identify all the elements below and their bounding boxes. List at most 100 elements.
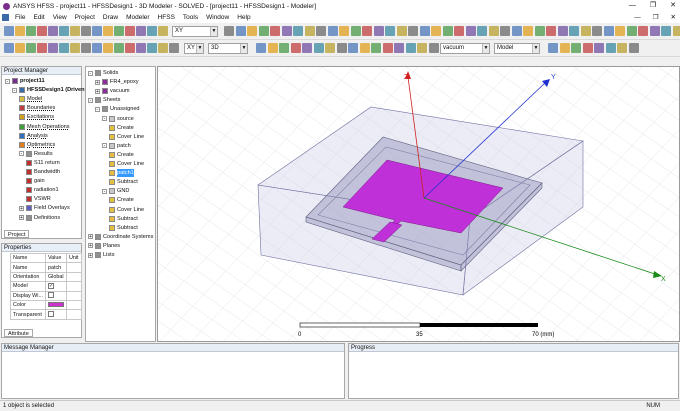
toolbar-icon[interactable] [4, 43, 14, 53]
close-icon[interactable]: ✕ [670, 0, 676, 12]
toolbar-icon[interactable] [339, 26, 349, 36]
model-tree-item[interactable]: Cover Line [109, 206, 144, 214]
toolbar-icon[interactable] [348, 43, 358, 53]
toolbar-icon[interactable] [26, 26, 36, 36]
dimension-select[interactable]: 3D ▼ [208, 43, 248, 54]
toolbar-icon[interactable] [136, 26, 146, 36]
toolbar-icon[interactable] [417, 43, 427, 53]
menu-modeler[interactable]: Modeler [122, 12, 153, 23]
toolbar-icon[interactable] [583, 43, 593, 53]
toolbar-icon[interactable] [627, 26, 637, 36]
collapse-icon[interactable]: - [88, 97, 93, 103]
model-tree-item[interactable]: - Solids [88, 69, 118, 77]
mdi-restore-icon[interactable]: ❐ [653, 12, 659, 23]
toolbar-icon[interactable] [4, 26, 14, 36]
toolbar-icon[interactable] [26, 43, 36, 53]
toolbar-icon[interactable] [114, 26, 124, 36]
toolbar-icon[interactable] [548, 43, 558, 53]
toolbar-icon[interactable] [360, 43, 370, 53]
toolbar-icon[interactable] [394, 43, 404, 53]
toolbar-icon[interactable] [15, 43, 25, 53]
project-tree-item[interactable]: Excitations [19, 113, 54, 121]
menu-tools[interactable]: Tools [179, 12, 202, 23]
toolbar-icon[interactable] [136, 43, 146, 53]
toolbar-icon[interactable] [103, 26, 113, 36]
collapse-icon[interactable]: - [102, 143, 107, 149]
toolbar-icon[interactable] [293, 26, 303, 36]
model-checkbox[interactable]: ✓ [47, 283, 54, 290]
toolbar-icon[interactable] [236, 26, 246, 36]
toolbar-icon[interactable] [594, 43, 604, 53]
model-tree-item[interactable]: - Unassigned [95, 105, 140, 113]
toolbar-icon[interactable] [408, 26, 418, 36]
toolbar-icon[interactable] [581, 26, 591, 36]
menu-file[interactable]: File [11, 12, 29, 23]
toolbar-icon[interactable] [615, 26, 625, 36]
toolbar-icon[interactable] [443, 26, 453, 36]
toolbar-icon[interactable] [617, 43, 627, 53]
toolbar-icon[interactable] [328, 26, 338, 36]
project-tree-item[interactable]: Analysis [19, 132, 48, 140]
mdi-close-icon[interactable]: ✕ [671, 12, 676, 23]
toolbar-icon[interactable] [103, 43, 113, 53]
project-tree-item[interactable]: + Field Overlays [19, 204, 70, 212]
tab-attribute[interactable]: Attribute [4, 329, 33, 337]
toolbar-icon[interactable] [406, 43, 416, 53]
menu-edit[interactable]: Edit [29, 12, 48, 23]
toolbar-icon[interactable] [70, 26, 80, 36]
toolbar-icon[interactable] [37, 43, 47, 53]
project-tree-item[interactable]: Optimetrics [19, 141, 55, 149]
toolbar-icon[interactable] [489, 26, 499, 36]
expand-icon[interactable]: + [88, 243, 93, 249]
prop-row-model[interactable]: Model ✓ [10, 281, 82, 292]
model-tree-item[interactable]: - source [102, 115, 134, 123]
menu-help[interactable]: Help [233, 12, 254, 23]
transparent-checkbox[interactable] [47, 310, 54, 317]
toolbar-icon[interactable] [259, 26, 269, 36]
collapse-icon[interactable]: - [19, 151, 24, 157]
toolbar-icon[interactable] [125, 43, 135, 53]
toolbar-icon[interactable] [325, 43, 335, 53]
toolbar-icon[interactable] [147, 26, 157, 36]
project-tree-item[interactable]: - HFSSDesign1 (Driven [12, 86, 85, 94]
toolbar-icon[interactable] [169, 43, 179, 53]
toolbar-icon[interactable] [70, 43, 80, 53]
minimize-icon[interactable]: — [629, 0, 636, 12]
toolbar-icon[interactable] [569, 26, 579, 36]
toolbar-icon[interactable] [114, 43, 124, 53]
toolbar-icon[interactable] [15, 26, 25, 36]
collapse-icon[interactable]: - [102, 188, 107, 194]
toolbar-icon[interactable] [81, 26, 91, 36]
toolbar-icon[interactable] [638, 26, 648, 36]
model-tree-item[interactable]: - Sheets [88, 96, 120, 104]
grid-plane-select[interactable]: XY ▼ [184, 43, 204, 54]
toolbar-icon[interactable] [158, 43, 168, 53]
toolbar-icon[interactable] [466, 26, 476, 36]
project-tree-item[interactable]: Boundaries [19, 104, 55, 112]
prop-row-transparent[interactable]: Transparent [10, 309, 82, 320]
project-tree-item[interactable]: gain [26, 177, 45, 185]
model-tree-item[interactable]: + FR4_epoxy [95, 78, 139, 86]
toolbar-icon[interactable] [302, 43, 312, 53]
project-tree-item[interactable]: Model [19, 95, 42, 103]
collapse-icon[interactable]: - [5, 78, 10, 84]
menu-project[interactable]: Project [71, 12, 99, 23]
project-tree-item[interactable]: - project11 [5, 77, 45, 85]
prop-row-display-wireframe[interactable]: Display Wi... [10, 290, 82, 301]
model-tree-item[interactable]: Cover Line [109, 133, 144, 141]
toolbar-icon[interactable] [571, 43, 581, 53]
prop-value[interactable]: Global [44, 271, 67, 283]
toolbar-icon[interactable] [279, 43, 289, 53]
toolbar-icon[interactable] [661, 26, 671, 36]
expand-icon[interactable]: + [95, 88, 100, 94]
collapse-icon[interactable]: - [12, 87, 17, 93]
expand-icon[interactable]: + [95, 79, 100, 85]
toolbar-icon[interactable] [560, 43, 570, 53]
toolbar-icon[interactable] [383, 43, 393, 53]
project-tree-item[interactable]: - Results [19, 150, 53, 158]
toolbar-icon[interactable] [454, 26, 464, 36]
toolbar-icon[interactable] [431, 26, 441, 36]
plane-select[interactable]: XY ▼ [172, 26, 218, 37]
model-tree-item[interactable]: Create [109, 124, 134, 132]
expand-icon[interactable]: + [19, 205, 24, 211]
